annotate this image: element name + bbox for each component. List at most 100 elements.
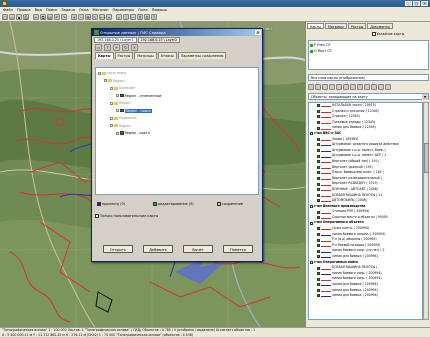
panel-tab[interactable]: Матрицы xyxy=(324,23,347,29)
help-icon[interactable]: ? xyxy=(151,14,157,20)
object-checkbox[interactable] xyxy=(317,277,320,281)
object-checkbox[interactable] xyxy=(317,149,320,153)
panel-tab[interactable]: Растры xyxy=(347,23,367,29)
object-checkbox[interactable] xyxy=(317,109,320,113)
dialog-tab[interactable]: Матрицы xyxy=(134,52,157,59)
copy-icon[interactable]: ⧉ xyxy=(40,14,46,20)
settings-icon[interactable] xyxy=(364,84,370,90)
add-button[interactable]: Добавить xyxy=(143,245,173,253)
layer-checkbox[interactable] xyxy=(120,93,124,98)
search-icon[interactable] xyxy=(357,84,363,90)
tree-node[interactable]: Region xyxy=(98,100,256,108)
open-maps-list[interactable]: Р Узел ОТ О Мост ОТ xyxy=(308,40,429,70)
object-checkbox[interactable] xyxy=(317,126,320,130)
expand-icon[interactable] xyxy=(98,71,101,75)
object-checkbox[interactable] xyxy=(317,193,320,197)
object-checkbox[interactable] xyxy=(317,294,320,298)
object-checkbox[interactable] xyxy=(317,283,320,287)
open-folder-icon[interactable]: ▭ xyxy=(95,44,102,51)
tree-node[interactable]: Region xyxy=(98,78,256,86)
eye-icon[interactable] xyxy=(336,84,342,90)
maps-tree[interactable]: Local maps Region Subfolder Region - отмече… xyxy=(95,67,259,195)
folder-up-icon[interactable]: ↑ xyxy=(104,44,111,51)
dialog-doc-tab[interactable]: 192.168.0.25 \ Layer2 xyxy=(137,37,181,43)
tree-node[interactable]: Region - поиск xyxy=(98,108,256,116)
layer-checkbox[interactable] xyxy=(120,108,124,113)
mark-button[interactable]: Пометка xyxy=(223,245,253,253)
refresh-icon[interactable] xyxy=(371,84,377,90)
panel-tab[interactable]: Документы xyxy=(367,23,394,29)
down-icon[interactable] xyxy=(329,84,335,90)
object-checkbox[interactable] xyxy=(310,260,313,264)
expand-icon[interactable] xyxy=(110,116,113,120)
object-checkbox[interactable] xyxy=(317,182,320,186)
objects-filter-combo[interactable]: Объекты, попадающие на карту ▼ xyxy=(308,93,429,100)
object-checkbox[interactable] xyxy=(317,210,320,214)
dialog-close-button[interactable]: × xyxy=(255,30,261,35)
object-list-item[interactable]: линия для боевых ( 200994) xyxy=(309,293,422,299)
object-checkbox[interactable] xyxy=(317,238,320,242)
object-checkbox[interactable] xyxy=(317,154,320,158)
add-layer-icon[interactable] xyxy=(308,84,314,90)
minimize-button[interactable]: _ xyxy=(405,1,412,6)
cut-icon[interactable]: ✂ xyxy=(33,14,39,20)
object-checkbox[interactable] xyxy=(317,137,320,141)
filter-icon[interactable] xyxy=(350,84,356,90)
panel-tab[interactable]: Карты xyxy=(307,23,324,29)
object-checkbox[interactable] xyxy=(317,104,320,108)
object-checkbox[interactable] xyxy=(317,171,320,175)
tree-node[interactable]: Region - отмеченные xyxy=(98,93,256,101)
search-icon[interactable]: ⌕ xyxy=(116,14,122,20)
dialog-tab[interactable]: Атласы xyxy=(157,52,177,59)
object-checkbox[interactable] xyxy=(317,188,320,192)
layers-icon[interactable]: ≡ xyxy=(106,14,112,20)
object-checkbox[interactable] xyxy=(317,177,320,181)
measure-icon[interactable]: ⟷ xyxy=(99,14,106,20)
refresh-icon[interactable]: ↻ xyxy=(122,44,129,51)
expand-icon[interactable] xyxy=(116,109,119,112)
zoom-out-icon[interactable]: − xyxy=(78,14,84,20)
expand-icon[interactable] xyxy=(110,124,113,127)
expand-icon[interactable] xyxy=(385,84,391,90)
up-icon[interactable] xyxy=(322,84,328,90)
expand-icon[interactable] xyxy=(116,131,119,135)
object-checkbox[interactable] xyxy=(317,121,320,125)
dialog-tab[interactable]: Растры xyxy=(114,52,134,59)
user-maps-only-checkbox[interactable]: Только пользовательские карты xyxy=(95,214,158,218)
grid-icon[interactable]: # xyxy=(137,14,143,20)
object-checkbox[interactable] xyxy=(317,249,320,253)
object-checkbox[interactable] xyxy=(317,143,320,147)
expand-icon[interactable] xyxy=(110,101,113,105)
new-icon[interactable]: □ xyxy=(2,14,8,20)
list-item[interactable]: О Мост ОТ xyxy=(310,48,427,54)
object-checkbox[interactable] xyxy=(317,227,320,231)
object-checkbox[interactable] xyxy=(317,255,320,259)
layer-checkbox[interactable] xyxy=(120,131,124,135)
redo-icon[interactable]: ↷ xyxy=(61,14,67,20)
object-checkbox[interactable] xyxy=(310,204,313,208)
dialog-tab[interactable]: Карты xyxy=(95,52,114,59)
pan-icon[interactable]: ✥ xyxy=(85,14,91,20)
ruler-icon[interactable]: ⊢ xyxy=(130,14,136,20)
expand-icon[interactable] xyxy=(104,79,107,82)
object-checkbox[interactable] xyxy=(317,244,320,248)
object-checkbox[interactable] xyxy=(317,266,320,270)
object-checkbox[interactable] xyxy=(310,132,313,136)
tree-node[interactable]: Subfolder xyxy=(98,85,256,93)
select-icon[interactable]: ↖ xyxy=(92,14,98,20)
open-button[interactable]: Открыть xyxy=(103,245,133,253)
object-checkbox[interactable] xyxy=(310,221,313,225)
dialog-tab[interactable]: Параметры соединения xyxy=(177,52,227,59)
map-option-checkbox[interactable]: Указание карты xyxy=(372,32,404,36)
paste-icon[interactable]: ▤ xyxy=(47,14,53,20)
collapse-icon[interactable] xyxy=(378,84,384,90)
subtract-button[interactable]: Вычет xyxy=(183,245,213,253)
close-button[interactable]: × xyxy=(421,1,428,6)
tree-node[interactable]: Region - карта xyxy=(98,130,256,138)
delete-icon[interactable]: × xyxy=(131,44,138,51)
dialog-doc-tab[interactable]: 192.168.0.25 \ Layer1 xyxy=(94,37,137,43)
undo-icon[interactable]: ↶ xyxy=(54,14,60,20)
chevron-down-icon[interactable]: ▼ xyxy=(422,94,428,100)
layer-source-field[interactable]: Все слои карты (отображение) xyxy=(308,74,429,81)
object-checkbox[interactable] xyxy=(317,232,320,236)
